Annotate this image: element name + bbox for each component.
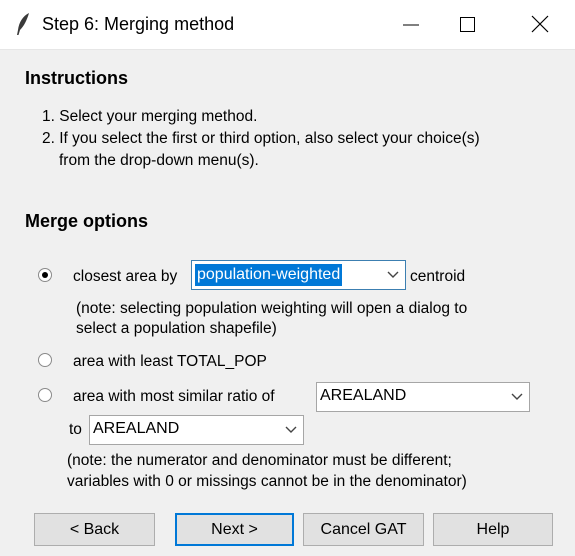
radio-least-total-pop[interactable] bbox=[38, 353, 52, 367]
cancel-button[interactable]: Cancel GAT bbox=[303, 513, 424, 546]
next-button[interactable]: Next > bbox=[175, 513, 294, 546]
centroid-label: centroid bbox=[410, 268, 466, 285]
title-bar: Step 6: Merging method bbox=[0, 0, 575, 50]
close-button[interactable] bbox=[518, 0, 564, 49]
closest-area-label: closest area by bbox=[73, 268, 178, 285]
population-note-line-1: (note: selecting population weighting wi… bbox=[76, 300, 468, 317]
help-button[interactable]: Help bbox=[433, 513, 553, 546]
ratio-note-line-2: variables with 0 or missings cannot be i… bbox=[67, 473, 467, 490]
ratio-note-line-1: (note: the numerator and denominator mus… bbox=[67, 452, 452, 469]
radio-closest-area[interactable] bbox=[38, 268, 52, 282]
instruction-line-1: 1. Select your merging method. bbox=[42, 108, 258, 125]
instructions-heading: Instructions bbox=[25, 68, 129, 88]
centroid-method-value: population-weighted bbox=[195, 264, 343, 286]
back-button[interactable]: < Back bbox=[34, 513, 155, 546]
minimize-icon bbox=[403, 24, 419, 26]
similar-ratio-label: area with most similar ratio of bbox=[73, 388, 275, 405]
denominator-value: AREALAND bbox=[93, 420, 180, 437]
merge-options-heading: Merge options bbox=[25, 211, 149, 231]
chevron-down-icon bbox=[285, 426, 297, 433]
instruction-line-2: 2. If you select the first or third opti… bbox=[42, 130, 480, 147]
chevron-down-icon bbox=[387, 271, 399, 278]
feather-icon bbox=[17, 13, 29, 35]
chevron-down-icon bbox=[511, 393, 523, 400]
minimize-button[interactable] bbox=[390, 0, 436, 49]
radio-selected-dot bbox=[42, 272, 48, 278]
numerator-select[interactable]: AREALAND bbox=[316, 382, 530, 412]
radio-similar-ratio[interactable] bbox=[38, 388, 52, 402]
maximize-button[interactable] bbox=[445, 0, 491, 49]
centroid-method-select[interactable]: population-weighted bbox=[191, 260, 406, 290]
instruction-line-3: from the drop-down menu(s). bbox=[59, 152, 259, 169]
least-total-pop-label: area with least TOTAL_POP bbox=[73, 353, 267, 370]
denominator-select[interactable]: AREALAND bbox=[89, 415, 304, 445]
close-icon bbox=[531, 15, 549, 33]
numerator-value: AREALAND bbox=[320, 387, 407, 404]
population-note-line-2: select a population shapefile) bbox=[76, 320, 277, 337]
maximize-icon bbox=[460, 17, 475, 32]
window-title: Step 6: Merging method bbox=[42, 14, 235, 34]
to-label: to bbox=[69, 421, 82, 438]
